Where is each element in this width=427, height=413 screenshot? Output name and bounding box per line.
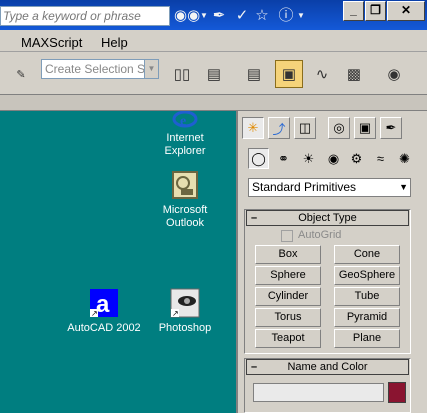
chevron-down-icon[interactable]: ▼ [296, 6, 306, 26]
cameras-category-icon[interactable]: ◉ [323, 148, 344, 169]
sphere-button[interactable]: Sphere [255, 266, 321, 285]
help-icon[interactable]: ⓘ [276, 6, 296, 26]
space-warps-category-icon[interactable]: ≈ [370, 148, 391, 169]
search-input[interactable]: Type a keyword or phrase [0, 6, 170, 26]
svg-text:a: a [96, 291, 110, 318]
primitive-type-dropdown[interactable]: Standard Primitives ▼ [248, 178, 411, 197]
tube-button[interactable]: Tube [334, 287, 400, 306]
main-toolbar: ✎ Create Selection Se ▼ ▯▯ ▤ ▤ ▣ ∿ ▩ ◉ [0, 53, 427, 95]
svg-text:↗: ↗ [91, 309, 98, 318]
svg-text:↗: ↗ [172, 309, 179, 318]
menu-maxscript[interactable]: MAXScript [21, 35, 82, 50]
menu-help[interactable]: Help [101, 35, 128, 50]
lights-category-icon[interactable]: ☀ [298, 148, 319, 169]
desktop-icon-label: Photoshop [158, 322, 212, 334]
desktop: e Internet Explorer Microsoft Outlook a ↗… [0, 110, 236, 413]
selection-set-dropdown[interactable]: Create Selection Se ▼ [41, 59, 159, 79]
autocad-shortcut[interactable]: a ↗ AutoCAD 2002 [64, 287, 144, 335]
close-button[interactable]: ✕ [387, 1, 425, 21]
edit-named-selections-icon[interactable]: ✎ [5, 60, 37, 88]
binoculars-icon[interactable]: ◉◉ [174, 6, 200, 26]
desktop-icon-label: Outlook [166, 217, 204, 229]
menu-bar: MAXScript Help [0, 30, 427, 52]
box-button[interactable]: Box [255, 245, 321, 264]
tab-hierarchy-icon[interactable]: ◫ [294, 117, 316, 139]
photoshop-shortcut[interactable]: ↗ Photoshop [154, 287, 216, 335]
tab-create-icon[interactable]: ✳ [242, 117, 264, 139]
chevron-down-icon[interactable]: ▼ [399, 179, 408, 196]
systems-category-icon[interactable]: ✺ [394, 148, 415, 169]
cylinder-button[interactable]: Cylinder [255, 287, 321, 306]
satellite-icon[interactable]: ✓ [231, 6, 253, 26]
outlook-shortcut[interactable]: Microsoft Outlook [156, 169, 214, 230]
tab-modify-icon[interactable]: ⤴ [268, 117, 290, 139]
object-type-title: Object Type [298, 212, 357, 224]
tab-motion-icon[interactable]: ◎ [328, 117, 350, 139]
object-type-header[interactable]: – Object Type [246, 210, 409, 226]
torus-button[interactable]: Torus [255, 308, 321, 327]
desktop-icon-label: Explorer [164, 145, 206, 157]
object-name-input[interactable] [253, 383, 384, 402]
primitive-type-value: Standard Primitives [252, 180, 357, 194]
internet-explorer-shortcut[interactable]: e Internet Explorer [158, 110, 212, 158]
outlook-icon [169, 169, 201, 201]
desktop-icon-label: Microsoft [162, 204, 208, 216]
collapse-icon[interactable]: – [251, 360, 257, 374]
secondary-toolbar [0, 95, 427, 111]
schematic-view-icon[interactable]: ▣ [275, 60, 303, 88]
geosphere-button[interactable]: GeoSphere [334, 266, 400, 285]
autogrid-label: AutoGrid [298, 229, 342, 241]
name-color-header[interactable]: – Name and Color [246, 359, 409, 375]
photoshop-icon: ↗ [169, 287, 201, 319]
title-bar: Type a keyword or phrase ◉◉ ▼ ✒ ✓ ☆ ⓘ ▼ … [0, 0, 427, 30]
desktop-icon-label: Internet [166, 132, 204, 144]
plane-button[interactable]: Plane [334, 329, 400, 348]
star-icon[interactable]: ☆ [252, 6, 272, 26]
object-color-swatch[interactable] [388, 382, 406, 403]
teapot-button[interactable]: Teapot [255, 329, 321, 348]
cone-button[interactable]: Cone [334, 245, 400, 264]
tab-utilities-icon[interactable]: ✒ [380, 117, 402, 139]
command-panel: ✳ ⤴ ◫ ◎ ▣ ✒ ◯ ⚭ ☀ ◉ ⚙ ≈ ✺ Standard Primi… [236, 111, 427, 413]
desktop-icon-label: AutoCAD 2002 [67, 322, 141, 334]
checkbox-box[interactable] [281, 230, 293, 242]
restore-button[interactable]: ❐ [365, 1, 386, 21]
layer-manager-icon[interactable]: ▤ [240, 60, 268, 88]
wrench-icon[interactable]: ✒ [208, 6, 230, 26]
chevron-down-icon[interactable]: ▼ [144, 60, 158, 78]
collapse-icon[interactable]: – [251, 211, 257, 225]
geometry-category-icon[interactable]: ◯ [248, 148, 269, 169]
render-setup-icon[interactable]: ▩ [340, 60, 368, 88]
tab-display-icon[interactable]: ▣ [354, 117, 376, 139]
material-editor-icon[interactable]: ◉ [380, 60, 408, 88]
minimize-button[interactable]: _ [343, 1, 364, 21]
autocad-icon: a ↗ [88, 287, 120, 319]
svg-text:e: e [180, 114, 186, 129]
pyramid-button[interactable]: Pyramid [334, 308, 400, 327]
selection-set-label: Create Selection Se [45, 62, 152, 76]
name-color-title: Name and Color [287, 361, 368, 373]
align-icon[interactable]: ▤ [200, 60, 228, 88]
curve-editor-icon[interactable]: ∿ [308, 60, 336, 88]
mirror-icon[interactable]: ▯▯ [168, 60, 196, 88]
shapes-category-icon[interactable]: ⚭ [273, 148, 294, 169]
internet-explorer-icon: e [169, 110, 201, 129]
helpers-category-icon[interactable]: ⚙ [346, 148, 367, 169]
